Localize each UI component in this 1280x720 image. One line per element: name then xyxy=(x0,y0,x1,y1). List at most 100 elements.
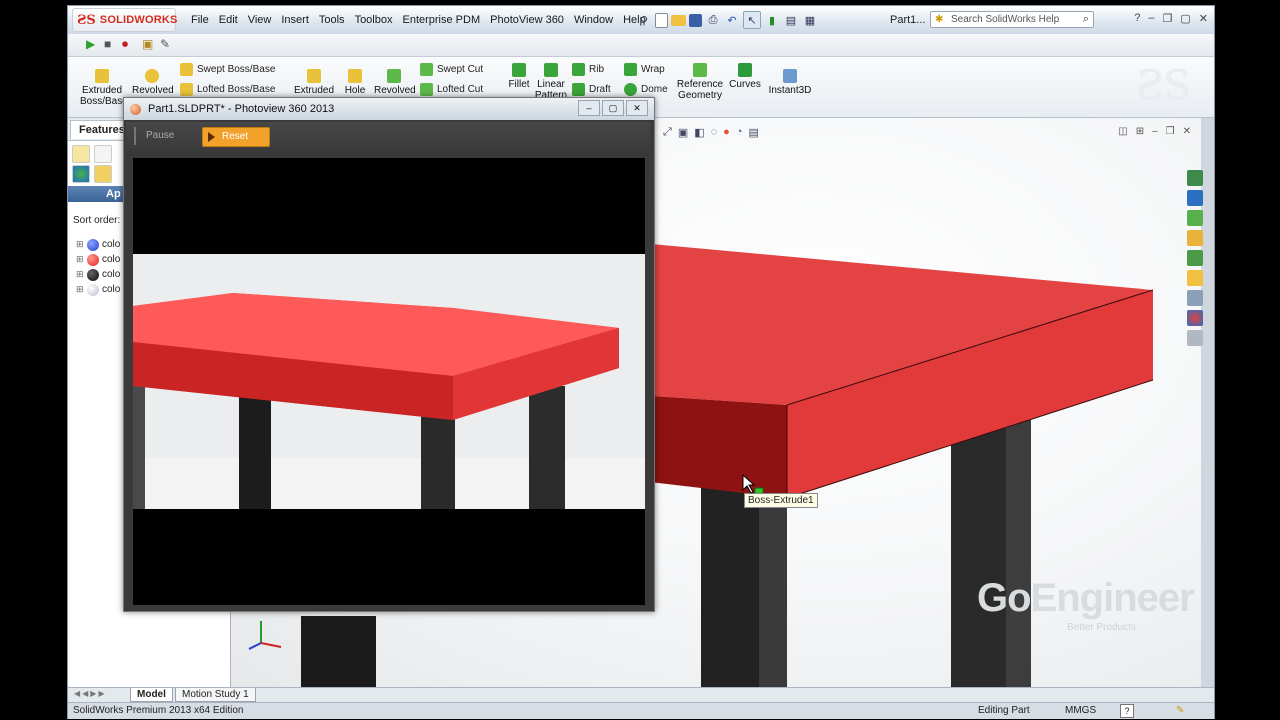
edit-macro-icon[interactable]: ✎ xyxy=(160,37,170,51)
revolved-boss-button[interactable]: Revolved xyxy=(132,69,174,96)
curves-button[interactable]: Curves xyxy=(728,63,762,90)
appearances-globe-icon[interactable] xyxy=(1187,310,1203,326)
status-help-icon[interactable]: ? xyxy=(1120,704,1134,718)
tile-viewport-icon[interactable]: ⊞ xyxy=(1136,126,1144,137)
menu-enterprise-pdm[interactable]: Enterprise PDM xyxy=(397,14,485,26)
file-explorer-icon[interactable] xyxy=(1187,210,1203,226)
expand-icon[interactable]: ⊞ xyxy=(76,269,84,280)
list-item[interactable]: ⊞ colo xyxy=(76,237,120,252)
record-icon[interactable]: ⏺ xyxy=(122,37,128,52)
stop-icon[interactable]: ■ xyxy=(104,37,111,51)
help-search-input[interactable]: ✱ Search SolidWorks Help ⌕ xyxy=(930,11,1094,28)
new-document-icon[interactable] xyxy=(655,12,668,28)
menu-toolbox[interactable]: Toolbox xyxy=(350,14,398,26)
instant3d-button[interactable]: Instant3D xyxy=(768,69,812,96)
play-triangle-icon xyxy=(208,132,215,142)
apply-scene-icon[interactable]: ◔ xyxy=(736,126,743,139)
viewport-restore-icon[interactable]: ❐ xyxy=(1166,126,1175,137)
list-item[interactable]: ⊞ colo xyxy=(76,267,120,282)
menu-edit[interactable]: Edit xyxy=(214,14,243,26)
hole-button[interactable]: Hole xyxy=(340,69,370,96)
view-settings-icon[interactable]: ▤ xyxy=(748,126,758,139)
undo-icon[interactable]: ↶ xyxy=(724,12,740,28)
menu-tools[interactable]: Tools xyxy=(314,14,350,26)
search-help-icon: ✱ xyxy=(935,14,944,25)
property-manager-icon[interactable] xyxy=(94,145,112,163)
lofted-boss-icon xyxy=(180,83,193,96)
design-library-icon[interactable] xyxy=(1187,190,1203,206)
split-viewport-icon[interactable]: ◫ xyxy=(1118,126,1127,137)
rib-button[interactable]: Rib xyxy=(572,63,604,76)
menu-file[interactable]: File xyxy=(186,14,214,26)
pin-icon[interactable]: ⚲ xyxy=(636,12,652,28)
photoview-close-icon[interactable]: ✕ xyxy=(626,100,648,116)
list-item[interactable]: ⊞ colo xyxy=(76,252,120,267)
close-icon[interactable]: ✕ xyxy=(1199,12,1208,25)
view-orientation-icon[interactable]: ▣ xyxy=(678,126,688,139)
sketch-pencil-icon[interactable]: ✎ xyxy=(1176,703,1184,719)
hide-show-icon[interactable]: ◌ xyxy=(711,126,718,139)
reset-button[interactable]: Reset xyxy=(202,127,270,147)
wrap-button[interactable]: Wrap xyxy=(624,63,665,76)
tab-motion-study-1[interactable]: Motion Study 1 xyxy=(175,688,256,702)
home-icon[interactable] xyxy=(1187,230,1203,246)
expand-icon[interactable]: ⊞ xyxy=(76,254,84,265)
save-icon[interactable] xyxy=(689,13,702,27)
select-arrow-icon[interactable]: ↖ xyxy=(743,11,761,29)
custom-properties-icon[interactable] xyxy=(1187,330,1203,346)
list-item[interactable]: ⊞ colo xyxy=(76,282,120,297)
pause-button[interactable]: Pause xyxy=(134,127,182,145)
lofted-cut-button[interactable]: Lofted Cut xyxy=(420,83,483,96)
menu-window[interactable]: Window xyxy=(569,14,618,26)
linear-pattern-button[interactable]: Linear Pattern xyxy=(534,63,568,101)
viewport-close-icon[interactable]: ✕ xyxy=(1183,126,1191,137)
fillet-button[interactable]: Fillet xyxy=(506,63,532,90)
new-macro-icon[interactable]: ▣ xyxy=(142,37,153,51)
solidworks-resources-icon[interactable] xyxy=(1187,170,1203,186)
photoview-window[interactable]: Part1.SLDPRT* - Photoview 360 2013 – ▢ ✕… xyxy=(123,97,655,612)
minimize-icon[interactable]: – xyxy=(1148,12,1154,25)
dome-button[interactable]: Dome xyxy=(624,83,668,96)
view-palette-icon[interactable] xyxy=(1187,250,1203,266)
revolved-cut-button[interactable]: Revolved xyxy=(374,69,416,96)
tab-scroll-arrows-icon[interactable]: ◀◀▶▶ xyxy=(74,689,107,698)
edition-label: SolidWorks Premium 2013 x64 Edition xyxy=(73,705,244,716)
display-manager-icon[interactable] xyxy=(94,165,112,183)
folder-icon[interactable] xyxy=(1187,270,1203,286)
expand-icon[interactable]: ⊞ xyxy=(76,284,84,295)
swept-boss-button[interactable]: Swept Boss/Base xyxy=(180,63,275,76)
options-icon[interactable]: ▦ xyxy=(802,12,818,28)
print-icon[interactable]: ⎙ xyxy=(705,12,721,28)
menu-insert[interactable]: Insert xyxy=(276,14,314,26)
expand-icon[interactable]: ⊞ xyxy=(76,239,84,250)
rebuild-icon[interactable]: ▮ xyxy=(764,12,780,28)
play-icon[interactable]: ▶ xyxy=(86,37,95,51)
extruded-boss-button[interactable]: Extruded Boss/Base xyxy=(80,69,128,107)
restore-icon[interactable]: ❐ xyxy=(1163,12,1173,25)
menu-view[interactable]: View xyxy=(243,14,277,26)
edit-appearance-icon[interactable]: ● xyxy=(723,126,730,139)
viewport-minimize-icon[interactable]: – xyxy=(1152,126,1158,137)
maximize-icon[interactable]: ▢ xyxy=(1180,12,1190,25)
photoview-minimize-icon[interactable]: – xyxy=(578,100,600,116)
solidworks-logo[interactable]: ƧS SOLIDWORKS xyxy=(72,8,177,32)
tab-model[interactable]: Model xyxy=(130,688,173,702)
appearances-scenes-icon[interactable] xyxy=(1187,290,1203,306)
open-folder-icon[interactable] xyxy=(671,14,686,26)
swept-cut-button[interactable]: Swept Cut xyxy=(420,63,483,76)
search-icon[interactable]: ⌕ xyxy=(1083,13,1089,26)
menu-photoview-360[interactable]: PhotoView 360 xyxy=(485,14,569,26)
appearance-icon[interactable] xyxy=(72,165,90,183)
zoom-to-fit-icon[interactable]: ⤢ xyxy=(663,126,672,139)
feature-manager-icon[interactable] xyxy=(72,145,90,163)
photoview-maximize-icon[interactable]: ▢ xyxy=(602,100,624,116)
lofted-boss-button[interactable]: Lofted Boss/Base xyxy=(180,83,275,96)
help-icon[interactable]: ? xyxy=(1134,12,1140,25)
draft-button[interactable]: Draft xyxy=(572,83,611,96)
display-style-icon[interactable]: ◧ xyxy=(694,126,704,139)
file-properties-icon[interactable]: ▤ xyxy=(783,12,799,28)
reference-geometry-button[interactable]: Reference Geometry xyxy=(674,63,726,101)
extruded-cut-button[interactable]: Extruded xyxy=(292,69,336,96)
unit-system-selector[interactable]: MMGS xyxy=(1065,703,1096,719)
photoview-title-bar[interactable]: Part1.SLDPRT* - Photoview 360 2013 – ▢ ✕ xyxy=(124,98,654,120)
